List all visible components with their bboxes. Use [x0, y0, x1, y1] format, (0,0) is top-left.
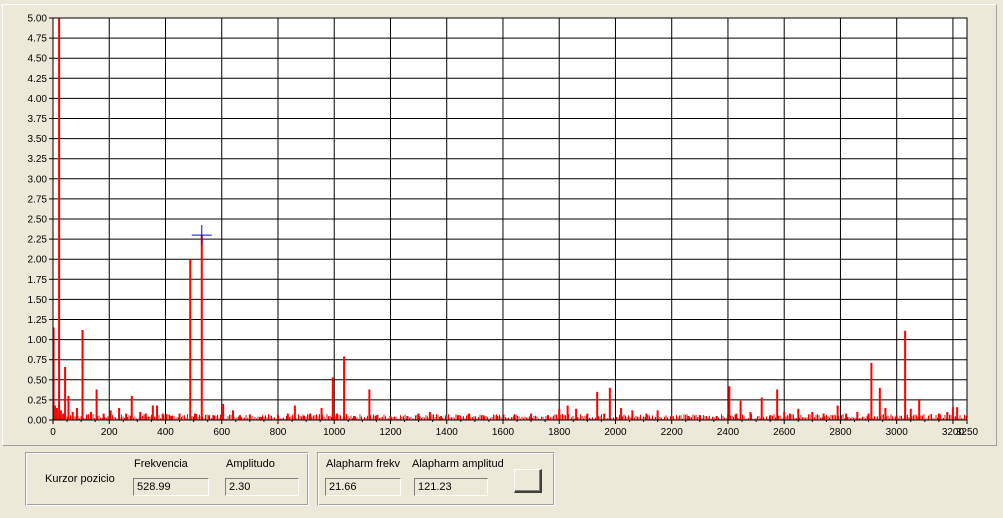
y-tick-label: 1.75 — [28, 275, 48, 286]
fundamental-group: Alapharm frekv Alapharm amplitud 21.66 1… — [317, 452, 555, 506]
y-tick-label: 1.00 — [28, 335, 48, 346]
action-button[interactable] — [514, 469, 542, 493]
y-tick-label: 5.00 — [28, 14, 48, 25]
fundamental-frequency-field[interactable]: 21.66 — [325, 478, 401, 496]
cursor-amplitude-field[interactable]: 2.30 — [225, 478, 299, 496]
x-tick-label: 1000 — [323, 427, 346, 438]
y-tick-label: 4.50 — [28, 54, 48, 65]
frequency-header: Frekvencia — [134, 458, 188, 470]
fundamental-amplitude-header: Alapharm amplitud — [412, 458, 504, 470]
x-tick-label: 2800 — [829, 427, 852, 438]
x-tick-label: 1200 — [379, 427, 402, 438]
y-tick-label: 0.75 — [28, 355, 48, 366]
x-tick-label: 200 — [101, 427, 118, 438]
y-tick-label: 2.75 — [28, 194, 48, 205]
y-tick-label: 4.00 — [28, 94, 48, 105]
y-tick-label: 4.25 — [28, 74, 48, 85]
fundamental-amplitude-field[interactable]: 121.23 — [414, 478, 488, 496]
y-tick-label: 3.25 — [28, 154, 48, 165]
y-tick-label: 0.25 — [28, 395, 48, 406]
y-tick-label: 1.50 — [28, 295, 48, 306]
y-tick-label: 3.75 — [28, 114, 48, 125]
x-tick-label: 2200 — [661, 427, 684, 438]
x-tick-label: 1800 — [548, 427, 571, 438]
y-tick-label: 0.50 — [28, 375, 48, 386]
cursor-frequency-field[interactable]: 528.99 — [133, 478, 209, 496]
spectrum-chart[interactable]: 0.00 0.25 0.50 0.75 1.00 1.25 1.50 1.75 2.00 2.25… — [3, 5, 993, 445]
x-tick-label: 400 — [157, 427, 174, 438]
y-tick-label: 2.25 — [28, 235, 48, 246]
x-tick-label: 2400 — [717, 427, 740, 438]
y-tick-label: 4.75 — [28, 34, 48, 45]
y-tick-label: 0.00 — [28, 416, 48, 427]
chart-panel: 0.00 0.25 0.50 0.75 1.00 1.25 1.50 1.75 2.00 2.25… — [2, 4, 997, 446]
x-tick-label: 2000 — [604, 427, 627, 438]
amplitude-header: Amplitudo — [226, 458, 275, 470]
y-tick-label: 2.00 — [28, 255, 48, 266]
y-tick-label: 2.50 — [28, 215, 48, 226]
y-tick-label: 1.25 — [28, 315, 48, 326]
x-tick-label: 3250 — [956, 427, 979, 438]
cursor-position-label: Kurzor pozicio — [45, 473, 115, 485]
x-tick-label: 3000 — [886, 427, 909, 438]
y-tick-label: 3.50 — [28, 134, 48, 145]
x-tick-label: 1400 — [436, 427, 459, 438]
x-tick-label: 0 — [50, 427, 56, 438]
x-tick-label: 2600 — [773, 427, 796, 438]
x-tick-label: 1600 — [492, 427, 515, 438]
cursor-position-group: Kurzor pozicio Frekvencia Amplitudo 528.… — [25, 452, 309, 506]
x-tick-label: 600 — [213, 427, 230, 438]
x-tick-label: 800 — [270, 427, 287, 438]
y-tick-label: 3.00 — [28, 174, 48, 185]
fundamental-frequency-header: Alapharm frekv — [326, 458, 400, 470]
